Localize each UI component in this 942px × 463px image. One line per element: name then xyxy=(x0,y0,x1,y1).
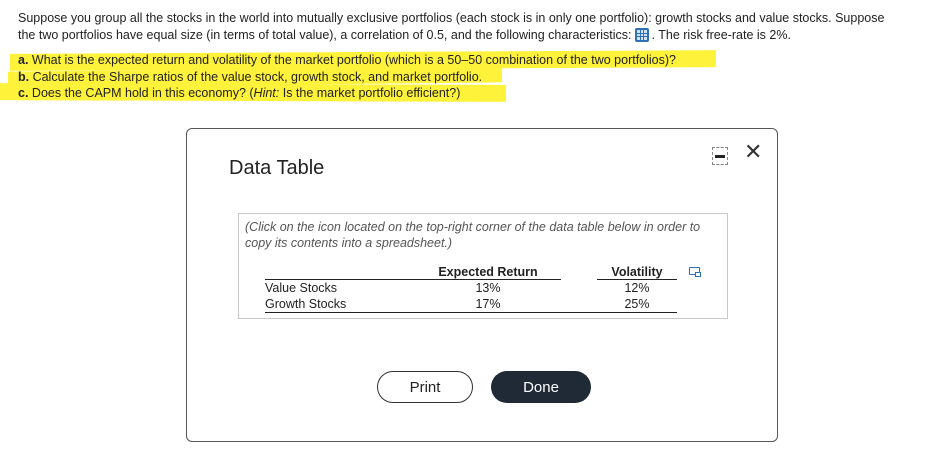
question-line-1: Suppose you group all the stocks in the … xyxy=(18,11,885,25)
question-part-a: a. What is the expected return and volat… xyxy=(18,53,676,67)
question-line-2-text: the two portfolios have equal size (in t… xyxy=(18,28,632,42)
close-icon[interactable]: ✕ xyxy=(744,141,762,163)
table-row: Value Stocks 13% 12% xyxy=(265,280,677,297)
done-button[interactable]: Done xyxy=(491,371,591,403)
data-table: Expected Return Volatility Value Stocks … xyxy=(265,264,677,313)
table-grid-icon[interactable] xyxy=(634,28,649,42)
risk-free-text: . The risk free-rate is 2%. xyxy=(651,28,791,42)
row-expected-return: 13% xyxy=(475,281,501,295)
row-expected-return: 17% xyxy=(415,296,561,313)
table-header-expected-return: Expected Return xyxy=(415,264,561,280)
row-volatility: 12% xyxy=(624,281,650,295)
row-volatility: 25% xyxy=(597,296,677,313)
row-name: Growth Stocks xyxy=(265,296,415,313)
data-table-box: (Click on the icon located on the top-ri… xyxy=(238,213,728,319)
question-part-b: b. Calculate the Sharpe ratios of the va… xyxy=(18,70,483,84)
table-header-volatility: Volatility xyxy=(597,264,677,280)
table-row: Growth Stocks 17% 25% xyxy=(265,296,677,313)
question-text: Suppose you group all the stocks in the … xyxy=(18,10,928,44)
minimize-icon[interactable] xyxy=(712,147,728,165)
row-name: Value Stocks xyxy=(265,281,338,295)
question-part-c: c. Does the CAPM hold in this economy? (… xyxy=(18,86,461,100)
dialog-title: Data Table xyxy=(229,157,325,179)
table-header-blank xyxy=(265,264,415,280)
copy-to-spreadsheet-icon[interactable] xyxy=(689,267,701,277)
question-line-2: the two portfolios have equal size (in t… xyxy=(18,27,928,44)
data-table-dialog: Data Table ✕ (Click on the icon located … xyxy=(186,128,778,442)
hint-label: Hint: xyxy=(253,86,280,100)
table-header-row: Expected Return Volatility xyxy=(265,264,677,280)
print-button[interactable]: Print xyxy=(377,371,473,403)
table-header-gap xyxy=(561,264,597,280)
copy-instruction-note: (Click on the icon located on the top-ri… xyxy=(245,220,701,250)
